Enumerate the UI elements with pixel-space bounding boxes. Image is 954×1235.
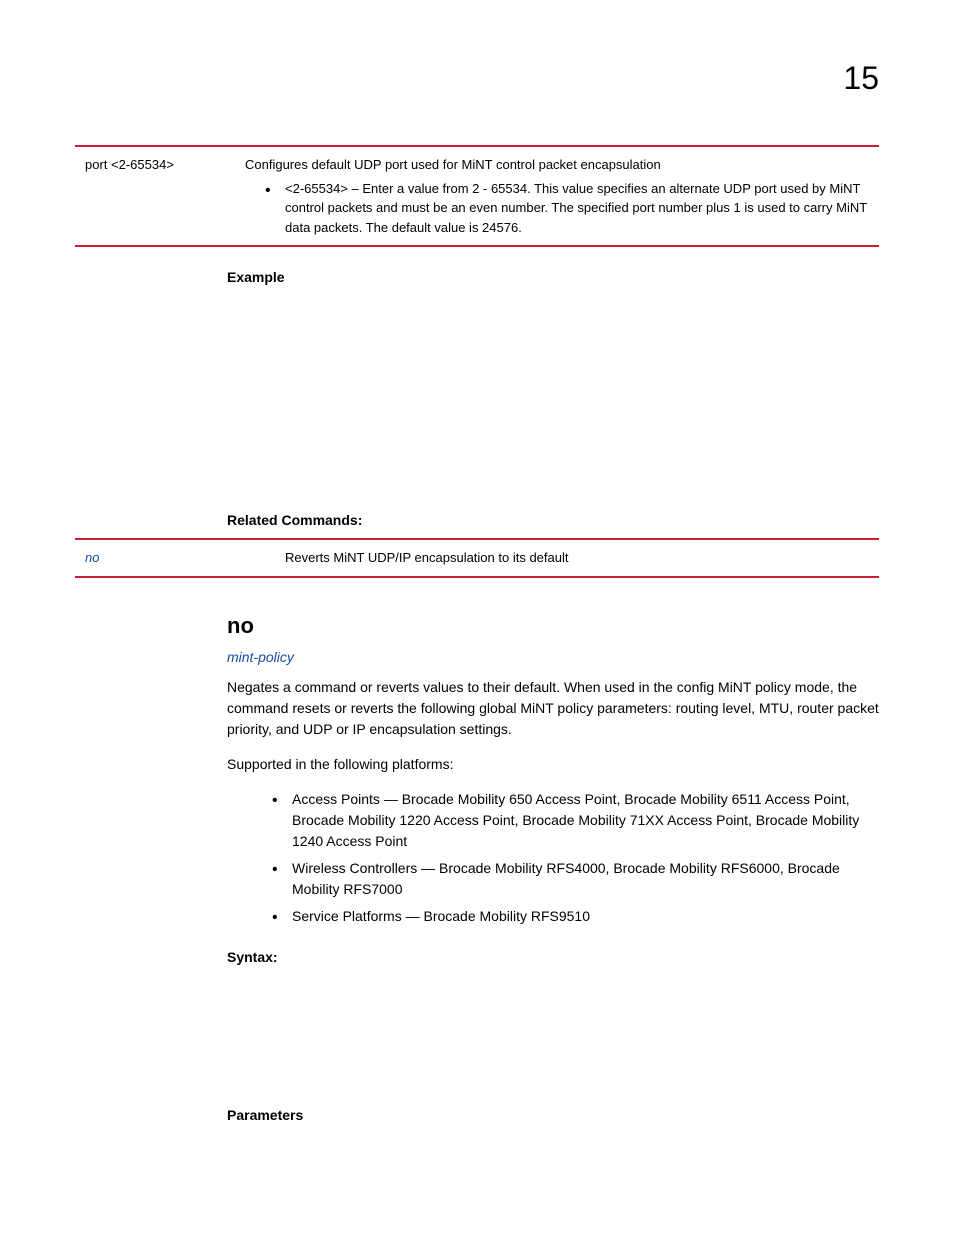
example-content-placeholder <box>227 295 879 490</box>
no-description-paragraph: Negates a command or reverts values to t… <box>227 677 879 740</box>
no-section: no mint-policy Negates a command or reve… <box>227 613 879 1123</box>
param-table: port <2-65534> Configures default UDP po… <box>75 145 879 247</box>
param-name-cell: port <2-65534> <box>75 146 235 246</box>
related-command-link-cell: no <box>75 539 275 577</box>
related-command-link[interactable]: no <box>85 550 99 565</box>
example-section: Example <box>227 269 879 490</box>
param-desc-cell: Configures default UDP port used for MiN… <box>235 146 879 246</box>
main-content: port <2-65534> Configures default UDP po… <box>75 145 879 1123</box>
platform-list: Access Points — Brocade Mobility 650 Acc… <box>227 789 879 927</box>
related-commands-table: no Reverts MiNT UDP/IP encapsulation to … <box>75 538 879 578</box>
parameters-label: Parameters <box>227 1107 879 1123</box>
related-commands-section: Related Commands: <box>227 512 879 528</box>
related-command-desc: Reverts MiNT UDP/IP encapsulation to its… <box>275 539 879 577</box>
platform-item: Service Platforms — Brocade Mobility RFS… <box>272 906 879 927</box>
example-label: Example <box>227 269 879 285</box>
syntax-label: Syntax: <box>227 949 879 965</box>
syntax-placeholder <box>227 975 879 1085</box>
command-heading-no: no <box>227 613 879 639</box>
page-number: 15 <box>843 60 879 97</box>
param-description-lead: Configures default UDP port used for MiN… <box>245 155 869 175</box>
param-bullet-list: <2-65534> – Enter a value from 2 - 65534… <box>245 179 869 238</box>
supported-platforms-label: Supported in the following platforms: <box>227 754 879 775</box>
related-commands-label: Related Commands: <box>227 512 879 528</box>
platform-item: Access Points — Brocade Mobility 650 Acc… <box>272 789 879 852</box>
mint-policy-link[interactable]: mint-policy <box>227 649 879 665</box>
platform-item: Wireless Controllers — Brocade Mobility … <box>272 858 879 900</box>
param-bullet-item: <2-65534> – Enter a value from 2 - 65534… <box>265 179 869 238</box>
